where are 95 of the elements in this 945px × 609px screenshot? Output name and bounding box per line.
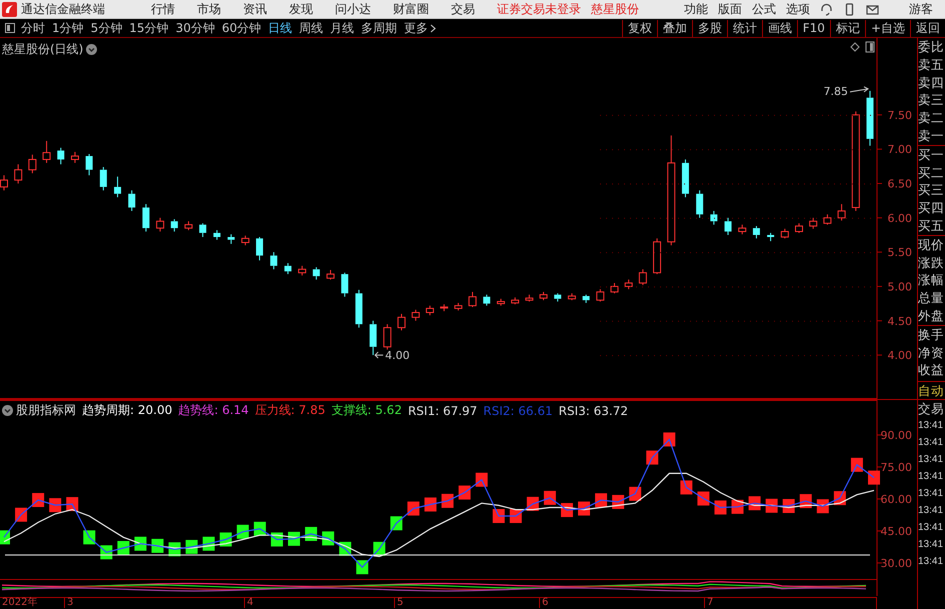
app-title: 通达信金融终端: [21, 0, 105, 18]
auto-mode-button[interactable]: 自动: [918, 381, 945, 400]
indicator-value: RSI2: 66.61: [483, 404, 553, 418]
indicator-axis-label: 75.00: [880, 460, 912, 474]
quote-label: 净资: [918, 344, 945, 362]
date-axis-label: 6: [539, 597, 548, 608]
indicator-name: 股朋指标网: [16, 402, 76, 419]
menu-item[interactable]: 财富圈: [393, 0, 429, 18]
indicator-axis-label: 30.00: [880, 556, 912, 570]
indicator-axis-label: 60.00: [880, 492, 912, 506]
chart-tool-button[interactable]: F10: [796, 20, 830, 36]
quote-label: 换手: [918, 324, 945, 344]
trade-time: 13:41: [918, 504, 944, 518]
chart-tool-button[interactable]: +自选: [864, 20, 910, 36]
price-axis-label: 7.50: [888, 108, 912, 122]
period-tab[interactable]: 多周期: [361, 20, 398, 36]
quote-label: 外盘: [918, 306, 945, 325]
period-tab[interactable]: 30分钟: [176, 20, 215, 36]
trade-time: 13:41: [918, 419, 944, 434]
period-tab[interactable]: 1分钟: [52, 20, 84, 36]
chart-tool-button[interactable]: 叠加: [656, 20, 692, 36]
quote-label: 买五: [918, 216, 945, 235]
indicator-value: RSI1: 67.97: [408, 404, 478, 418]
indicator-value: RSI3: 63.72: [558, 404, 628, 418]
period-tab[interactable]: 5分钟: [90, 20, 122, 36]
menu-item[interactable]: 选项: [786, 0, 810, 18]
more-button[interactable]: 更多: [404, 20, 436, 36]
menu-item[interactable]: 市场: [197, 0, 221, 18]
indicator-value: 支撑线: 5.62: [331, 402, 402, 419]
indicator-axis-label: 45.00: [880, 524, 912, 538]
menu-item[interactable]: 功能: [684, 0, 708, 18]
quote-label: 卖四: [918, 74, 945, 92]
trade-time: 13:41: [918, 470, 944, 484]
date-axis-label: 3: [64, 597, 74, 608]
period-tab[interactable]: 日线: [268, 20, 292, 36]
menu-item[interactable]: 版面: [718, 0, 742, 18]
stock-name-link[interactable]: 慈星股份: [591, 0, 639, 18]
menu-item[interactable]: 问小达: [335, 0, 371, 18]
date-axis-label: 5: [394, 597, 404, 608]
quote-label: 委比: [918, 38, 945, 56]
quote-label: 涨幅: [918, 271, 945, 290]
quote-label: 收益: [918, 361, 945, 380]
quote-label: 买一: [918, 144, 945, 164]
price-axis-label: 6.50: [888, 178, 912, 190]
chart-tool-button[interactable]: 复权: [622, 20, 657, 36]
quote-label: 买四: [918, 199, 945, 217]
chart-title: 慈星股份(日线): [2, 41, 84, 58]
quote-label: 卖二: [918, 109, 945, 127]
menu-item[interactable]: 公式: [752, 0, 776, 18]
indicator-value: 趋势周期: 20.00: [82, 402, 172, 419]
quote-label: 卖一: [918, 126, 945, 145]
price-axis-label: 4.50: [888, 314, 912, 328]
trade-time: 13:41: [918, 538, 944, 552]
chart-tool-button[interactable]: 多股: [692, 20, 727, 36]
low-price-label: 4.00: [385, 349, 410, 362]
indicator-value: 压力线: 7.85: [254, 402, 326, 419]
chart-tool-button[interactable]: 画线: [762, 20, 797, 36]
date-axis-label: 4: [244, 597, 254, 608]
indicator-axis-label: 90.00: [880, 428, 912, 442]
menu-item[interactable]: 发现: [289, 0, 313, 18]
period-tab[interactable]: 周线: [299, 20, 324, 36]
price-axis-label: 7.00: [888, 143, 912, 156]
trade-time: 13:41: [918, 521, 944, 536]
quote-label: 买二: [918, 164, 945, 182]
menu-item[interactable]: 交易: [451, 0, 475, 18]
date-axis-label: 7: [704, 597, 714, 608]
trade-label: 交易: [918, 400, 945, 418]
price-axis-label: 6.00: [888, 212, 912, 225]
user-label[interactable]: 游客: [909, 0, 933, 18]
quote-label: 买三: [918, 181, 945, 200]
quote-label: 卖五: [918, 56, 945, 74]
indicator-value: 趋势线: 6.14: [178, 402, 249, 419]
price-axis-label: 5.00: [888, 280, 912, 294]
period-tab[interactable]: 分时: [21, 20, 45, 36]
chart-tool-button[interactable]: 标记: [830, 20, 865, 36]
login-status-link[interactable]: 证券交易未登录: [497, 0, 581, 18]
menu-item[interactable]: 行情: [151, 0, 175, 18]
trade-time: 13:41: [918, 487, 944, 502]
price-axis-label: 5.50: [888, 246, 912, 260]
price-axis-label: 4.00: [888, 349, 912, 362]
chart-tool-button[interactable]: 返回: [910, 20, 945, 36]
period-tab[interactable]: 月线: [330, 20, 354, 36]
period-tab[interactable]: 60分钟: [222, 20, 262, 36]
menu-item[interactable]: 资讯: [243, 0, 267, 18]
trade-time: 13:41: [918, 555, 944, 570]
high-price-label: 7.85: [824, 84, 848, 98]
quote-label: 现价: [918, 234, 945, 254]
quote-label: 涨跌: [918, 254, 945, 272]
date-axis-label: 2022年: [1, 597, 38, 608]
period-tab[interactable]: 15分钟: [129, 20, 169, 36]
quote-label: 总量: [918, 289, 945, 307]
quote-label: 卖三: [918, 91, 945, 110]
trade-time: 13:41: [918, 436, 944, 450]
trade-time: 13:41: [918, 453, 944, 468]
chart-tool-button[interactable]: 统计: [726, 20, 762, 36]
